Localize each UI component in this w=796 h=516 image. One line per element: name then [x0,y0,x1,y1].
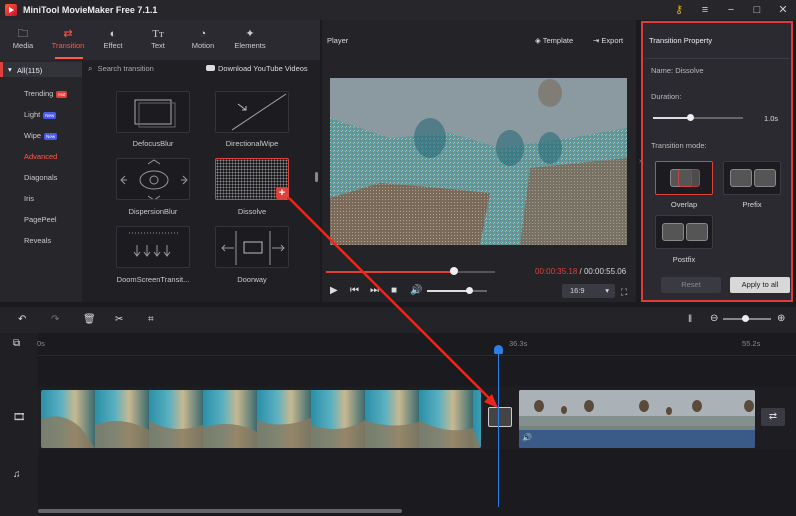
annotation-arrow [288,197,498,408]
